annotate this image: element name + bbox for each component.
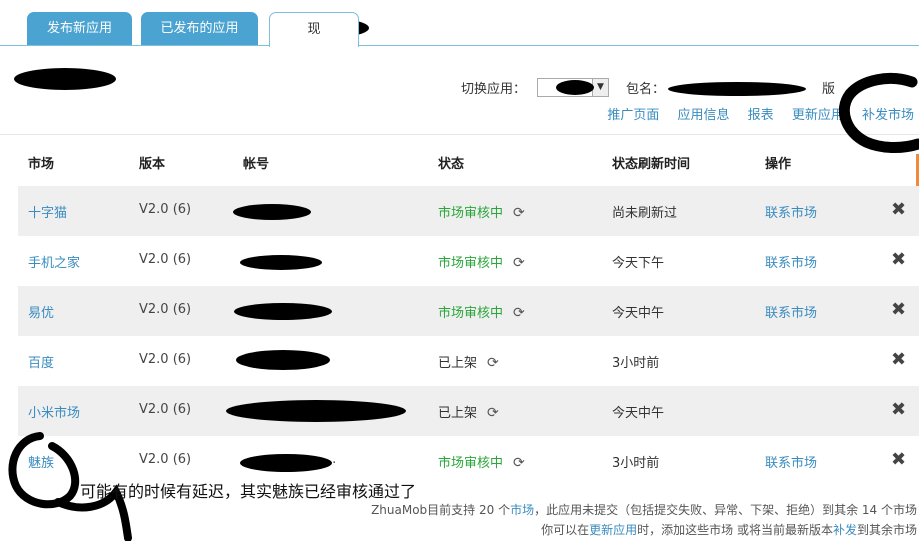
tab-bar: 发布新应用 已发布的应用 现 bbox=[0, 0, 919, 47]
market-link[interactable]: 十字猫 bbox=[28, 202, 67, 221]
package-label: 包名： bbox=[626, 82, 666, 97]
status-text: 市场审核中 bbox=[438, 456, 504, 471]
refresh-icon[interactable]: ⟳ bbox=[513, 255, 525, 271]
status-text: 市场审核中 bbox=[438, 206, 504, 221]
link-promo-page[interactable]: 推广页面 bbox=[607, 108, 659, 123]
status-text: 市场审核中 bbox=[438, 306, 504, 321]
footer-update-app-link[interactable]: 更新应用 bbox=[589, 523, 637, 537]
version-cell: V2.0 (6) bbox=[139, 352, 192, 367]
status-cell: 市场审核中 ⟳ bbox=[438, 302, 525, 321]
tab-publish-new[interactable]: 发布新应用 bbox=[27, 12, 132, 45]
version-cell: V2.0 (6) bbox=[139, 202, 192, 217]
market-link[interactable]: 手机之家 bbox=[28, 252, 80, 271]
redaction-app-select bbox=[556, 80, 594, 95]
redaction-account bbox=[234, 303, 332, 320]
footer-text: 到其余市场 bbox=[856, 523, 917, 537]
delete-icon[interactable]: ✖ bbox=[891, 249, 906, 270]
version-cell: V2.0 (6) bbox=[139, 402, 192, 417]
redaction-account bbox=[226, 400, 406, 422]
version-cell: V2.0 (6) bbox=[139, 452, 192, 467]
delete-icon[interactable]: ✖ bbox=[891, 399, 906, 420]
table-row: 小米市场 V2.0 (6) 已上架 ⟳ 今天中午 ✖ bbox=[18, 386, 919, 436]
contact-market-link[interactable]: 联系市场 bbox=[765, 452, 817, 471]
redaction-account bbox=[236, 350, 330, 370]
footer-markets-link[interactable]: 市场 bbox=[510, 503, 534, 517]
status-cell: 已上架 ⟳ bbox=[438, 402, 499, 421]
version-cell: V2.0 (6) bbox=[139, 302, 192, 317]
contact-market-link[interactable]: 联系市场 bbox=[765, 202, 817, 221]
refresh-icon[interactable]: ⟳ bbox=[513, 455, 525, 471]
status-text: 已上架 bbox=[438, 356, 478, 371]
tab-divider bbox=[0, 45, 919, 46]
table-row: 手机之家 V2.0 (6) 市场审核中 ⟳ 今天下午 联系市场 ✖ bbox=[18, 236, 919, 286]
tab-published-apps[interactable]: 已发布的应用 bbox=[141, 12, 258, 45]
redaction-package-name bbox=[668, 82, 806, 96]
link-report[interactable]: 报表 bbox=[748, 108, 774, 123]
status-text: 市场审核中 bbox=[438, 256, 504, 271]
table-row: 百度 V2.0 (6) 已上架 ⟳ 3小时前 ✖ bbox=[18, 336, 919, 386]
redaction-account bbox=[240, 454, 332, 472]
switch-app-label: 切换应用： bbox=[461, 82, 527, 97]
status-text: 已上架 bbox=[438, 406, 478, 421]
col-header-refresh-time: 状态刷新时间 bbox=[612, 157, 691, 172]
footer-resubmit-link[interactable]: 补发 bbox=[833, 523, 857, 537]
redaction-account bbox=[233, 204, 311, 220]
col-header-account: 帐号 bbox=[243, 157, 270, 172]
hand-drawn-circle-resubmit bbox=[838, 72, 919, 153]
status-cell: 市场审核中 ⟳ bbox=[438, 452, 525, 471]
redaction-app-title bbox=[14, 68, 116, 90]
col-header-version: 版本 bbox=[139, 157, 166, 172]
refresh-time-cell: 3小时前 bbox=[612, 356, 660, 371]
refresh-icon[interactable]: ⟳ bbox=[513, 205, 525, 221]
version-cell: V2.0 (6) bbox=[139, 252, 192, 267]
footer-text: ，此应用未提交（包括提交失败、异常、下架、拒绝）到其余 14 个市场 bbox=[534, 503, 917, 517]
footer-text: 你可以在 bbox=[541, 523, 590, 537]
market-link[interactable]: 小米市场 bbox=[28, 402, 80, 421]
refresh-icon[interactable]: ⟳ bbox=[487, 355, 499, 371]
market-link[interactable]: 易优 bbox=[28, 302, 54, 321]
refresh-time-cell: 今天下午 bbox=[612, 256, 665, 271]
table-row: 十字猫 V2.0 (6) 市场审核中 ⟳ 尚未刷新过 联系市场 ✖ bbox=[18, 186, 919, 236]
status-cell: 市场审核中 ⟳ bbox=[438, 202, 525, 221]
tab-current[interactable]: 现 bbox=[269, 12, 359, 47]
refresh-time-cell: 今天中午 bbox=[612, 306, 665, 321]
header-divider bbox=[0, 134, 919, 135]
col-header-action: 操作 bbox=[765, 157, 792, 172]
redaction-account bbox=[240, 255, 322, 270]
col-header-market: 市场 bbox=[28, 157, 55, 172]
col-header-status: 状态 bbox=[438, 157, 465, 172]
delete-icon[interactable]: ✖ bbox=[891, 299, 906, 320]
footer-text: 时，添加这些市场 或将当前最新版本 bbox=[637, 523, 833, 537]
status-cell: 市场审核中 ⟳ bbox=[438, 252, 525, 271]
status-cell: 已上架 ⟳ bbox=[438, 352, 499, 371]
chevron-down-icon: ▼ bbox=[592, 79, 608, 96]
footer-hint: 你可以在更新应用时，添加这些市场 或将当前最新版本补发到其余市场 bbox=[541, 521, 917, 538]
delete-icon[interactable]: ✖ bbox=[891, 349, 906, 370]
footer-market-support: ZhuaMob目前支持 20 个市场，此应用未提交（包括提交失败、异常、下架、拒… bbox=[371, 501, 917, 518]
refresh-time-cell: 3小时前 bbox=[612, 456, 660, 471]
footer-text: ZhuaMob目前支持 20 个 bbox=[371, 503, 511, 517]
delete-icon[interactable]: ✖ bbox=[891, 449, 906, 470]
handwritten-annotation: 可能有的时候有延迟，其实魅族已经审核通过了 bbox=[80, 482, 417, 501]
table-row: 易优 V2.0 (6) 市场审核中 ⟳ 今天中午 联系市场 ✖ bbox=[18, 286, 919, 336]
market-link[interactable]: 百度 bbox=[28, 352, 54, 371]
delete-icon[interactable]: ✖ bbox=[891, 199, 906, 220]
refresh-icon[interactable]: ⟳ bbox=[513, 305, 525, 321]
refresh-icon[interactable]: ⟳ bbox=[487, 405, 499, 421]
contact-market-link[interactable]: 联系市场 bbox=[765, 252, 817, 271]
link-app-info[interactable]: 应用信息 bbox=[678, 108, 730, 123]
refresh-time-cell: 今天中午 bbox=[612, 406, 665, 421]
refresh-time-cell: 尚未刷新过 bbox=[612, 206, 678, 221]
contact-market-link[interactable]: 联系市场 bbox=[765, 302, 817, 321]
